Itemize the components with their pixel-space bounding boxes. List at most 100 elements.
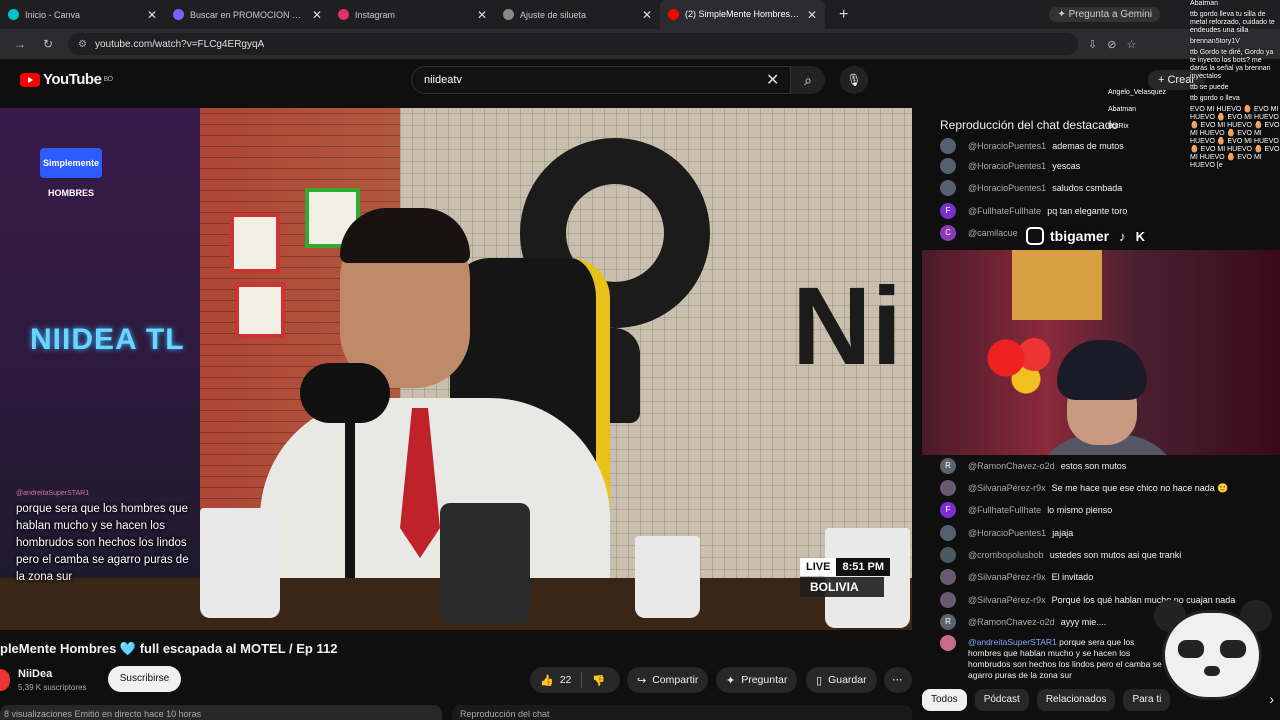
chip-todos[interactable]: Todos xyxy=(922,689,967,711)
user-avatar[interactable]: R xyxy=(940,614,956,630)
chip-relacionados[interactable]: Relacionados xyxy=(1036,689,1116,711)
youtube-logo[interactable]: YouTube BO xyxy=(20,71,113,88)
chat-text: El invitado xyxy=(1051,572,1094,582)
browser-tab-silueta[interactable]: Ajuste de silueta ✕ xyxy=(495,0,660,29)
tab-title: Inicio - Canva xyxy=(25,9,81,20)
video-player[interactable]: Simplemente HOMBRES NIIDEA TL Ni @andrei… xyxy=(0,108,912,630)
close-tab-icon[interactable]: ✕ xyxy=(807,8,817,22)
chat-message: @SilvanaPérez-r9x El invitado xyxy=(940,569,1093,585)
youtube-favicon-icon xyxy=(668,9,679,20)
streamer-webcam xyxy=(922,250,1280,455)
chat-username[interactable]: @andreitaSuperSTAR1 xyxy=(968,637,1057,647)
forward-icon[interactable]: → xyxy=(6,37,34,51)
hair xyxy=(340,208,470,263)
chip-podcast[interactable]: Pódcast xyxy=(974,689,1029,711)
like-count[interactable]: 22 xyxy=(560,674,572,686)
user-avatar[interactable] xyxy=(940,547,956,563)
chat-message: F @FullhateFullhate pq tan elegante toro xyxy=(940,203,1127,219)
user-avatar[interactable] xyxy=(940,592,956,608)
search-button[interactable]: ⌕ xyxy=(791,66,825,94)
chat-username[interactable]: @HoracioPuentes1 xyxy=(968,161,1046,171)
reload-icon[interactable]: ↻ xyxy=(34,37,62,51)
chat-username[interactable]: @SilvanaPérez-r9x xyxy=(968,572,1046,582)
user-avatar[interactable] xyxy=(940,180,956,196)
user-avatar[interactable] xyxy=(940,635,956,651)
chat-username[interactable]: @SilvanaPérez-r9x xyxy=(968,483,1046,493)
user-avatar[interactable] xyxy=(940,569,956,585)
chip-para-ti[interactable]: Para ti xyxy=(1123,689,1171,711)
chat-message: C @camilacue xyxy=(940,225,1024,241)
user-avatar[interactable]: C xyxy=(940,225,956,241)
user-avatar[interactable]: R xyxy=(940,458,956,474)
dislike-icon[interactable]: 👎 xyxy=(592,674,605,687)
stream-overlay-chat: Abatman ttb gordo lleva tu silla de meta… xyxy=(1190,0,1280,220)
save-button[interactable]: ▯ Guardar xyxy=(806,667,877,693)
ask-button[interactable]: ✦ Preguntar xyxy=(716,667,798,693)
chat-username[interactable]: @FullhateFullhate xyxy=(968,206,1041,216)
user-avatar[interactable]: F xyxy=(940,203,956,219)
chevron-right-icon[interactable]: › xyxy=(1269,691,1274,707)
chat-username[interactable]: @SilvanaPérez-r9x xyxy=(968,595,1046,605)
like-icon[interactable]: 👍 xyxy=(540,674,554,687)
browser-tab-instagram[interactable]: Instagram ✕ xyxy=(330,0,495,29)
eye-off-icon[interactable]: ⊘ xyxy=(1107,38,1116,51)
overlay-user-list: Angelo_Velasquez Abatman BotRix xyxy=(1108,84,1166,135)
chat-username[interactable]: @HoracioPuentes1 xyxy=(968,183,1046,193)
live-badge: LIVE 8:51 PM BOLIVIA xyxy=(800,557,910,602)
close-tab-icon[interactable]: ✕ xyxy=(477,8,487,22)
overlay-chat-line: brennan5tory1V xyxy=(1190,38,1240,45)
ask-label: Preguntar xyxy=(741,674,788,686)
site-info-icon[interactable]: ⚙ xyxy=(78,39,87,50)
webcam-wall-light xyxy=(1012,250,1102,320)
divider xyxy=(581,672,583,688)
more-actions-button[interactable]: ⋯ xyxy=(884,667,912,693)
share-button[interactable]: ↪ Compartir xyxy=(627,667,709,693)
chat-header[interactable]: Reproducción del chat destacado xyxy=(940,118,1118,132)
browser-tab-youtube[interactable]: (2) SimpleMente Hombres 🩵 fu ✕ xyxy=(660,0,825,29)
chat-message-text-block: @andreitaSuperSTAR1 porque sera que los … xyxy=(968,637,1168,681)
tab-title: Buscar en PROMOCION PODCA xyxy=(190,9,306,20)
video-title: pleMente Hombres 🩵 full escapada al MOTE… xyxy=(0,641,338,656)
chat-username[interactable]: @camilacue xyxy=(968,228,1018,238)
browser-tab-canva[interactable]: Inicio - Canva ✕ xyxy=(0,0,165,29)
chat-username[interactable]: @RamonChavez-o2d xyxy=(968,461,1055,471)
gemini-button[interactable]: ✦ Pregunta a Gemini xyxy=(1049,7,1160,22)
user-avatar[interactable] xyxy=(940,158,956,174)
voice-search-button[interactable]: 🎙 xyxy=(840,66,868,94)
overlay-username: Abatman xyxy=(1108,106,1137,113)
phone xyxy=(440,503,530,623)
user-avatar[interactable] xyxy=(940,525,956,541)
install-icon[interactable]: ⇩ xyxy=(1088,38,1097,51)
panda-head xyxy=(1162,610,1262,700)
clear-search-icon[interactable]: ✕ xyxy=(766,70,779,90)
chat-username[interactable]: @HoracioPuentes1 xyxy=(968,141,1046,151)
user-avatar[interactable] xyxy=(940,138,956,154)
search-input[interactable]: niideatv xyxy=(411,66,791,94)
instagram-favicon-icon xyxy=(338,9,349,20)
channel-name[interactable]: NiiDea xyxy=(18,668,52,680)
subscribe-button[interactable]: Suscribirse xyxy=(108,666,181,692)
overlay-username: Angelo_Velasquez xyxy=(1108,89,1166,96)
chat-username[interactable]: @HoracioPuentes1 xyxy=(968,528,1046,538)
brand-letters: Ni xyxy=(792,265,902,388)
bookmark-star-icon[interactable]: ☆ xyxy=(1126,38,1136,51)
chat-username[interactable]: @RamonChavez-o2d xyxy=(968,617,1055,627)
browser-tab-promocion[interactable]: Buscar en PROMOCION PODCA ✕ xyxy=(165,0,330,29)
user-avatar[interactable] xyxy=(940,480,956,496)
user-avatar[interactable]: F xyxy=(940,502,956,518)
youtube-header: YouTube BO niideatv ✕ ⌕ 🎙 + Crear xyxy=(0,59,1280,105)
new-tab-icon[interactable]: + xyxy=(839,6,848,24)
channel-avatar[interactable] xyxy=(0,669,10,691)
close-tab-icon[interactable]: ✕ xyxy=(642,8,652,22)
panda-nose xyxy=(1204,666,1220,676)
chat-message: @HoracioPuentes1 saludos csmbada xyxy=(940,180,1122,196)
chat-username[interactable]: @crombopolusbob xyxy=(968,550,1044,560)
address-bar-row: → ↻ ⚙ youtube.com/watch?v=FLCg4ERgyqA ⇩ … xyxy=(0,29,1280,59)
close-tab-icon[interactable]: ✕ xyxy=(147,8,157,22)
url-field[interactable]: ⚙ youtube.com/watch?v=FLCg4ERgyqA xyxy=(68,33,1078,55)
overlay-chat-line: EVO MI HUEVO 🥚 EVO MI HUEVO 🥚 EVO MI HUE… xyxy=(1190,106,1280,169)
save-label: Guardar xyxy=(828,674,867,686)
chat-username[interactable]: @FullhateFullhate xyxy=(968,505,1041,515)
close-tab-icon[interactable]: ✕ xyxy=(312,8,322,22)
share-icon: ↪ xyxy=(637,674,647,687)
